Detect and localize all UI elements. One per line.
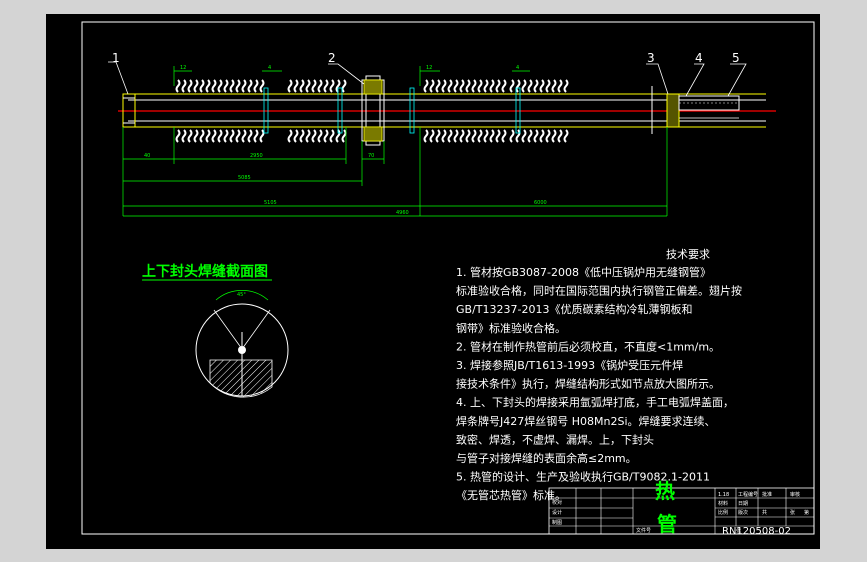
- dim-text-5085: 5085: [238, 175, 251, 181]
- leader-4: [685, 63, 705, 97]
- tech-line: 标准验收合格，同时在国际范围内执行钢管正偏差。翅片按: [456, 284, 742, 298]
- tech-lines: 1. 管材按GB3087-2008《低中压锅炉用无缝钢管》标准验收合格，同时在国…: [456, 265, 742, 502]
- tech-line: 《无管芯热管》标准。: [456, 488, 566, 502]
- weld-bevel-left: [213, 309, 243, 350]
- cad-drawing-canvas: 1 2 3 4 5 12 4 12 4 40 2950 70 5085 5105…: [46, 14, 820, 549]
- tech-line: 与管子对接焊缝的表面余高≤2mm。: [456, 451, 637, 465]
- tech-line: 3. 焊接参照JB/T1613-1993《锅炉受压元件焊: [456, 358, 683, 372]
- leader-5: [727, 63, 747, 97]
- title-block-name-2: 管: [657, 512, 677, 536]
- tech-line: GB/T13237-2013《优质碳素结构冷轧薄钢板和: [456, 302, 692, 316]
- dim-text-5105: 5105: [264, 200, 277, 206]
- title-block-label: 共: [762, 509, 767, 516]
- dim-text-2950: 2950: [250, 153, 263, 159]
- callout-1: 1: [112, 51, 120, 65]
- dim-text: 4: [516, 65, 519, 71]
- title-block-label: 张: [790, 509, 795, 516]
- title-block-label: 比例: [718, 509, 728, 516]
- title-block-label: 材料: [718, 500, 728, 507]
- title-block-label: 文件号: [636, 527, 651, 534]
- angle-label: 45°: [237, 292, 246, 298]
- tech-line: 致密、焊透，不虚焊、漏焊。上，下封头: [456, 432, 654, 446]
- flange-hatch-bottom: [363, 126, 383, 142]
- right-end-cap: [666, 93, 680, 128]
- title-block-name-1: 热: [655, 479, 675, 503]
- technical-requirements: 技术要求 1. 管材按GB3087-2008《低中压锅炉用无缝钢管》标准验收合格…: [456, 248, 742, 502]
- tech-title: 技术要求: [666, 248, 710, 261]
- dim-text-70: 70: [368, 153, 374, 159]
- heat-pipe-elevation: 1 2 3 4 5: [108, 51, 776, 146]
- dim-text: 4: [268, 65, 271, 71]
- title-block-label: 版次: [738, 509, 748, 516]
- leader-3: [646, 63, 669, 95]
- weld-hatch-area: [209, 359, 273, 398]
- weld-section-detail: 上下封头焊缝截面图 45°: [142, 263, 289, 398]
- tech-line: 4. 上、下封头的焊接采用氩弧焊打底，手工电弧焊盖面，: [456, 395, 734, 409]
- title-block: 1.18 工程编号 批准 审核校对设计制图材料比例日期版次共张第张文件号 热 管 RN…: [548, 479, 815, 537]
- tech-line: 钢带》标准验收合格。: [456, 321, 566, 335]
- tech-line: 接技术条件》执行，焊缝结构形式如节点放大图所示。: [456, 377, 720, 391]
- callout-3: 3: [647, 51, 655, 65]
- dim-text-6000: 6000: [534, 200, 547, 206]
- callout-5: 5: [732, 51, 740, 65]
- drawing-number: RN120508-02: [722, 526, 791, 537]
- dimension-texts: 12 4 12 4 40 2950 70 5085 5105 6000 4960: [144, 65, 547, 216]
- weld-section-title: 上下封头焊缝截面图: [142, 263, 268, 280]
- title-block-label: 日期: [738, 501, 748, 507]
- tech-line: 焊条牌号J427焊丝钢号 H08Mn2Si。焊缝要求连续、: [456, 414, 716, 428]
- callout-4: 4: [695, 51, 703, 65]
- title-block-label: 工程编号: [738, 491, 758, 498]
- dim-text-40: 40: [144, 153, 150, 159]
- title-block-label: 校对: [552, 499, 562, 506]
- dim-text: 12: [180, 65, 186, 71]
- dim-text: 12: [426, 65, 432, 71]
- flange-hatch-top: [363, 79, 383, 95]
- weld-bevel-right: [241, 309, 271, 350]
- title-block-label: 制图: [552, 519, 562, 526]
- title-block-label: 1.18: [718, 492, 729, 498]
- leader-1: [108, 61, 129, 95]
- tech-line: 1. 管材按GB3087-2008《低中压锅炉用无缝钢管》: [456, 265, 711, 279]
- dim-text-4960: 4960: [396, 210, 409, 216]
- title-block-label: 审核: [790, 491, 800, 498]
- title-block-label: 批准: [762, 491, 772, 498]
- callout-2: 2: [328, 51, 336, 65]
- cad-drawing: 1 2 3 4 5 12 4 12 4 40 2950 70 5085 5105…: [81, 21, 815, 537]
- title-block-label: 设计: [552, 509, 562, 516]
- weld-root: [238, 346, 246, 354]
- title-block-label: 第: [804, 509, 809, 516]
- dimension-lines: [122, 66, 668, 217]
- tech-line: 2. 管材在制作热管前后必须校直，不直度<1mm/m。: [456, 339, 720, 353]
